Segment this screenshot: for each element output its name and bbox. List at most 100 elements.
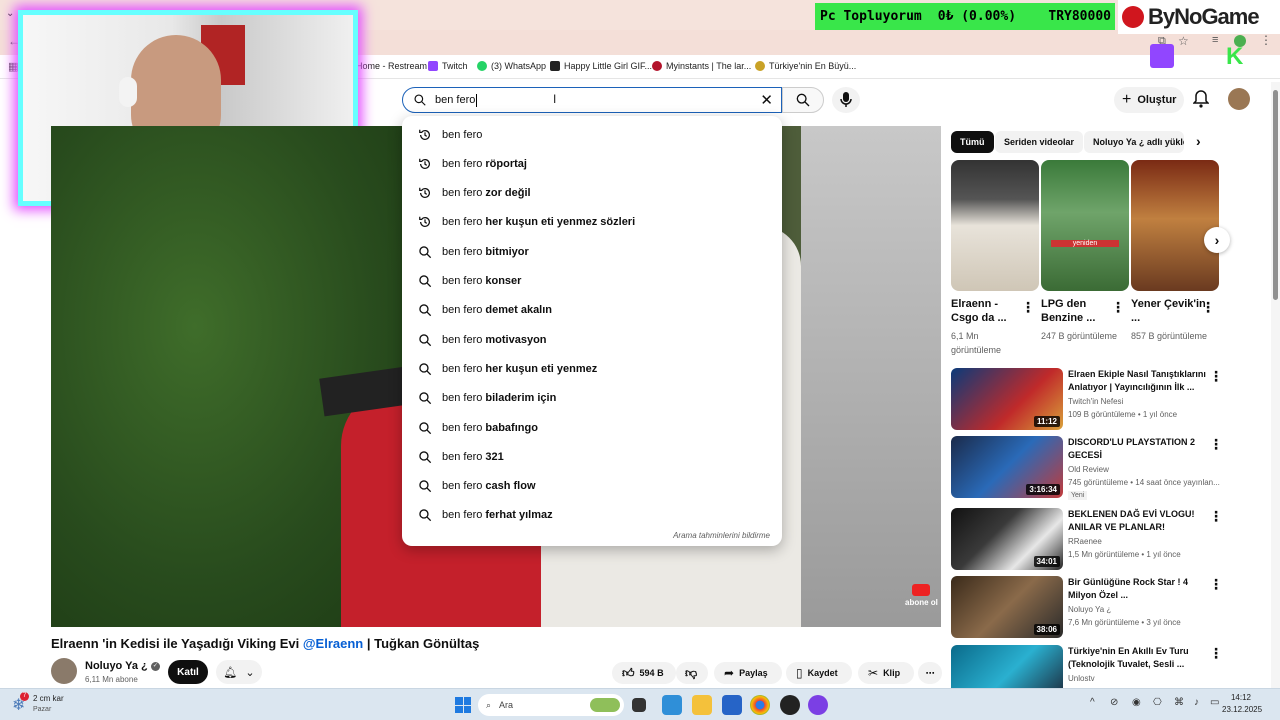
video-menu-icon[interactable]: ⋮ — [1209, 368, 1223, 385]
tab-list-chevron-icon[interactable]: ⌄ — [6, 8, 14, 19]
more-actions-button[interactable]: ⋯ — [918, 662, 942, 684]
menu-dots-icon[interactable]: ⋮ — [1260, 33, 1272, 47]
channel-name[interactable]: Noluyo Ya ¿ — [1068, 605, 1111, 614]
short-thumbnail[interactable]: yeniden — [1041, 160, 1129, 291]
clock-date[interactable]: 23.12.2025 — [1222, 705, 1268, 714]
app-icon[interactable] — [808, 695, 828, 715]
chrome-icon[interactable] — [750, 695, 770, 715]
channel-name[interactable]: Noluyo Ya ¿ ✓ — [85, 660, 160, 672]
bookmark-gif[interactable]: Happy Little Girl GIF... — [550, 61, 652, 71]
short-title[interactable]: Yener Çevik'in ... — [1131, 297, 1207, 325]
video-thumbnail[interactable]: 11:12 — [951, 368, 1063, 430]
apps-grid-icon[interactable]: ▦ — [8, 60, 18, 73]
bookmark-star-icon[interactable]: ☆ — [1178, 34, 1189, 48]
recommended-video[interactable]: 34:01 BEKLENEN DAĞ EVİ VLOGU! ANILAR VE P… — [951, 508, 1271, 572]
short-thumbnail[interactable] — [1131, 160, 1219, 291]
save-button[interactable]: ▯ Kaydet — [786, 662, 852, 684]
scrollbar-thumb[interactable] — [1273, 90, 1278, 300]
clear-search-icon[interactable]: ✕ — [760, 91, 773, 109]
tray-chevron-icon[interactable]: ^ — [1090, 697, 1095, 708]
suggestion-item[interactable]: ben fero cash flow — [402, 472, 782, 501]
join-button[interactable]: Katıl — [168, 660, 208, 684]
video-title-link[interactable]: Bir Günlüğüne Rock Star ! 4 Milyon Özel … — [1068, 576, 1218, 602]
video-menu-icon[interactable]: ⋮ — [1209, 645, 1223, 662]
account-avatar[interactable] — [1228, 88, 1250, 110]
search-query[interactable]: ben fero — [435, 94, 475, 106]
voice-search-button[interactable] — [832, 87, 860, 113]
volume-icon[interactable]: ♪ — [1194, 697, 1199, 708]
task-view-icon[interactable] — [632, 698, 646, 712]
tray-app-icon[interactable]: ⎔ — [1153, 697, 1162, 708]
suggestion-item[interactable]: ben fero bitmiyor — [402, 237, 782, 266]
notifications-button[interactable] — [1190, 88, 1212, 110]
suggestion-item[interactable]: ben fero zor değil — [402, 179, 782, 208]
channel-name[interactable]: Old Review — [1068, 465, 1109, 474]
bookmark-myinstants[interactable]: Myinstants | The lar... — [652, 61, 751, 71]
bookmark-whatsapp[interactable]: (3) WhatsApp — [477, 61, 546, 71]
scrollbar[interactable] — [1271, 82, 1280, 694]
suggestion-item[interactable]: ben fero konser — [402, 267, 782, 296]
short-title[interactable]: LPG den Benzine ... — [1041, 297, 1117, 325]
like-button[interactable]: 👍︎ 594 B — [612, 662, 676, 684]
chip-series[interactable]: Seriden videolar — [995, 131, 1084, 153]
chevron-right-icon[interactable]: › — [1196, 133, 1201, 149]
bookmark-restream[interactable]: Home - Restream — [356, 61, 427, 71]
bookmark-twitch[interactable]: Twitch — [428, 61, 468, 71]
search-button[interactable] — [782, 87, 824, 113]
recommended-video[interactable]: 38:06 Bir Günlüğüne Rock Star ! 4 Milyon … — [951, 576, 1271, 640]
video-title-link[interactable]: Elraen Ekiple Nasıl Tanıştıklarını Anlat… — [1068, 368, 1218, 394]
video-title-link[interactable]: Türkiye'nin En Akıllı Ev Turu (Teknoloji… — [1068, 645, 1218, 671]
tray-app-icon[interactable]: ⊘ — [1110, 697, 1118, 708]
video-menu-icon[interactable]: ⋮ — [1209, 508, 1223, 525]
suggestion-item[interactable]: ben fero 321 — [402, 442, 782, 471]
media-icon[interactable]: ≡ — [1212, 34, 1218, 46]
video-thumbnail[interactable]: 38:06 — [951, 576, 1063, 638]
search-input[interactable]: ben fero ✕ — [402, 87, 782, 113]
windows-start-icon[interactable] — [455, 697, 471, 713]
shorts-next-button[interactable]: › — [1204, 227, 1230, 253]
suggestion-item[interactable]: ben fero biladerim için — [402, 384, 782, 413]
clip-button[interactable]: ✂ Klip — [858, 662, 914, 684]
short-menu-icon[interactable]: ⋮ — [1021, 299, 1035, 316]
video-title-link[interactable]: BEKLENEN DAĞ EVİ VLOGU! ANILAR VE PLANLA… — [1068, 508, 1218, 534]
short-menu-icon[interactable]: ⋮ — [1111, 299, 1125, 316]
chip-all[interactable]: Tümü — [951, 131, 994, 153]
share-button[interactable]: ➦ Paylaş — [714, 662, 782, 684]
video-thumbnail[interactable]: 34:01 — [951, 508, 1063, 570]
video-menu-icon[interactable]: ⋮ — [1209, 576, 1223, 593]
suggestion-item[interactable]: ben fero ferhat yılmaz — [402, 501, 782, 530]
channel-name[interactable]: RRaenee — [1068, 537, 1102, 546]
battery-icon[interactable]: ▭ — [1210, 697, 1219, 708]
suggestion-item[interactable]: ben fero her kuşun eti yenmez — [402, 354, 782, 383]
channel-name[interactable]: Unlostv — [1068, 674, 1095, 683]
channel-mention-link[interactable]: @Elraenn — [303, 636, 363, 651]
network-icon[interactable]: ⌘ — [1174, 697, 1184, 708]
obs-icon[interactable] — [780, 695, 800, 715]
video-title-link[interactable]: DISCORD'LU PLAYSTATION 2 GECESİ — [1068, 436, 1218, 462]
short-thumbnail[interactable] — [951, 160, 1039, 291]
short-menu-icon[interactable]: ⋮ — [1201, 299, 1215, 316]
suggestion-item[interactable]: ben fero her kuşun eti yenmez sözleri — [402, 208, 782, 237]
bookmark-turkiye[interactable]: Türkiye'nin En Büyü... — [755, 61, 856, 71]
suggestion-item[interactable]: ben fero demet akalın — [402, 296, 782, 325]
report-predictions-link[interactable]: Arama tahminlerini bildirme — [673, 531, 770, 540]
subscription-bell-button[interactable]: 🔔︎ ⌄ — [216, 660, 262, 684]
clock-time[interactable]: 14:12 — [1222, 693, 1260, 702]
create-button[interactable]: + Oluştur — [1114, 87, 1184, 113]
suggestion-item[interactable]: ben fero babafıngo — [402, 413, 782, 442]
channel-avatar[interactable] — [51, 658, 77, 684]
store-icon[interactable] — [722, 695, 742, 715]
chip-channel-uploads[interactable]: Noluyo Ya ¿ adlı yükle — [1084, 131, 1184, 153]
file-explorer-icon[interactable] — [692, 695, 712, 715]
suggestion-item[interactable]: ben fero motivasyon — [402, 325, 782, 354]
short-title[interactable]: Elraenn - Csgo da ... — [951, 297, 1027, 325]
widgets-app-icon[interactable] — [662, 695, 682, 715]
taskbar-search[interactable]: ⌕ Ara — [478, 694, 624, 716]
tray-app-icon[interactable]: ◉ — [1132, 697, 1141, 708]
recommended-video[interactable]: 11:12 Elraen Ekiple Nasıl Tanıştıklarını … — [951, 368, 1271, 432]
video-menu-icon[interactable]: ⋮ — [1209, 436, 1223, 453]
recommended-video[interactable]: 3:16:34 DISCORD'LU PLAYSTATION 2 GECESİ Ol… — [951, 436, 1271, 500]
suggestion-item[interactable]: ben fero — [402, 120, 782, 149]
video-thumbnail[interactable]: 3:16:34 — [951, 436, 1063, 498]
channel-name[interactable]: Twitch'in Nefesi — [1068, 397, 1123, 406]
